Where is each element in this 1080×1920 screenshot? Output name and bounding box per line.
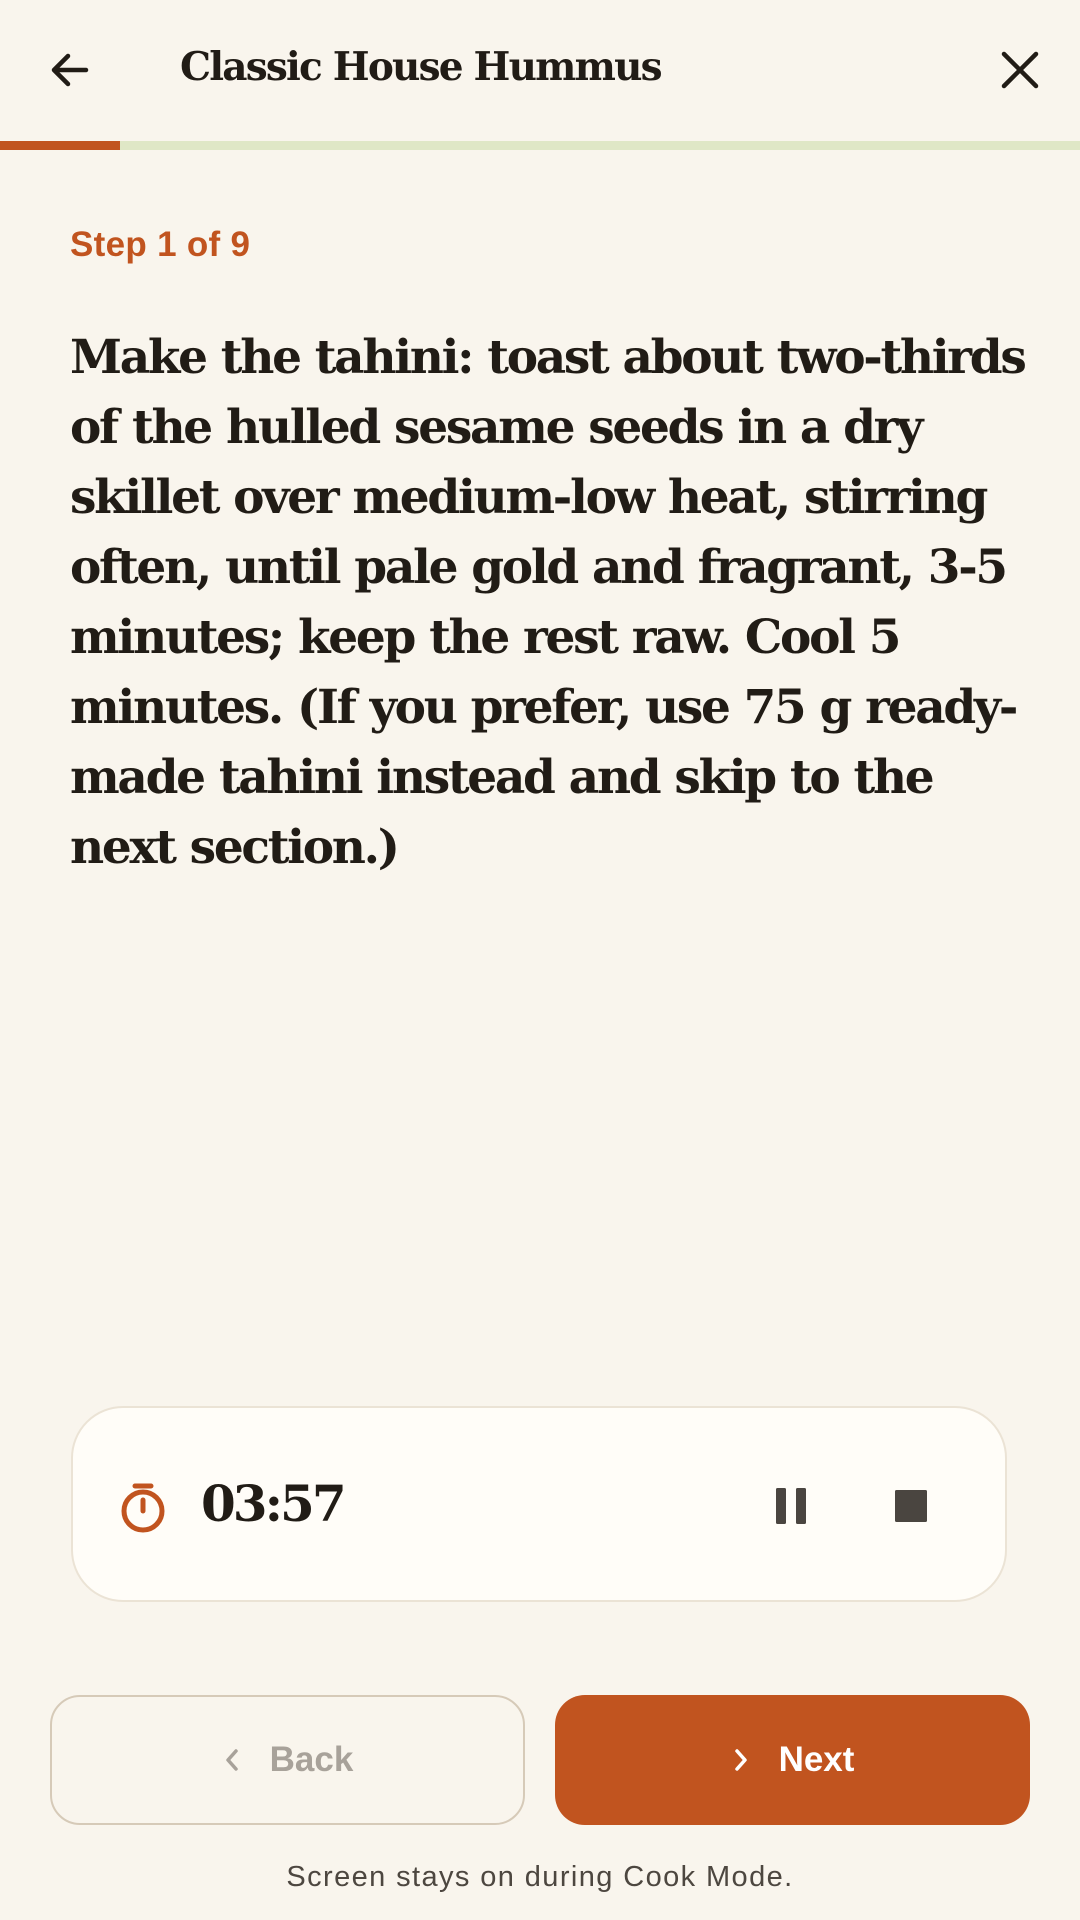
chevron-left-icon	[222, 1746, 242, 1774]
next-button-label: Next	[778, 1740, 855, 1779]
screen-on-note: Screen stays on during Cook Mode.	[286, 1861, 794, 1893]
recipe-title: Classic House Hummus	[180, 44, 663, 90]
timer-stop-button[interactable]	[871, 1466, 951, 1546]
pause-icon	[776, 1488, 806, 1524]
next-button[interactable]: Next	[555, 1695, 1030, 1825]
close-icon	[1001, 51, 1039, 89]
step-instruction: Make the tahini: toast about two-thirds …	[70, 330, 1027, 875]
stopwatch-icon	[121, 1483, 165, 1533]
back-button-label: Back	[269, 1740, 354, 1779]
back-arrow-button[interactable]	[28, 28, 112, 112]
stop-icon	[895, 1490, 927, 1522]
chevron-right-icon	[731, 1746, 751, 1774]
cook-mode-header: Classic House Hummus	[0, 0, 1080, 142]
timer-pause-button[interactable]	[751, 1466, 831, 1546]
back-button[interactable]: Back	[50, 1695, 525, 1825]
step-progress-fill	[0, 141, 120, 150]
step-progress-bar	[0, 141, 1080, 150]
arrow-left-icon	[51, 53, 89, 87]
timer-time: 03:57	[201, 1474, 347, 1533]
close-button[interactable]	[978, 28, 1062, 112]
step-counter: Step 1 of 9	[70, 225, 251, 264]
timer-card: 03:57	[71, 1406, 1007, 1602]
